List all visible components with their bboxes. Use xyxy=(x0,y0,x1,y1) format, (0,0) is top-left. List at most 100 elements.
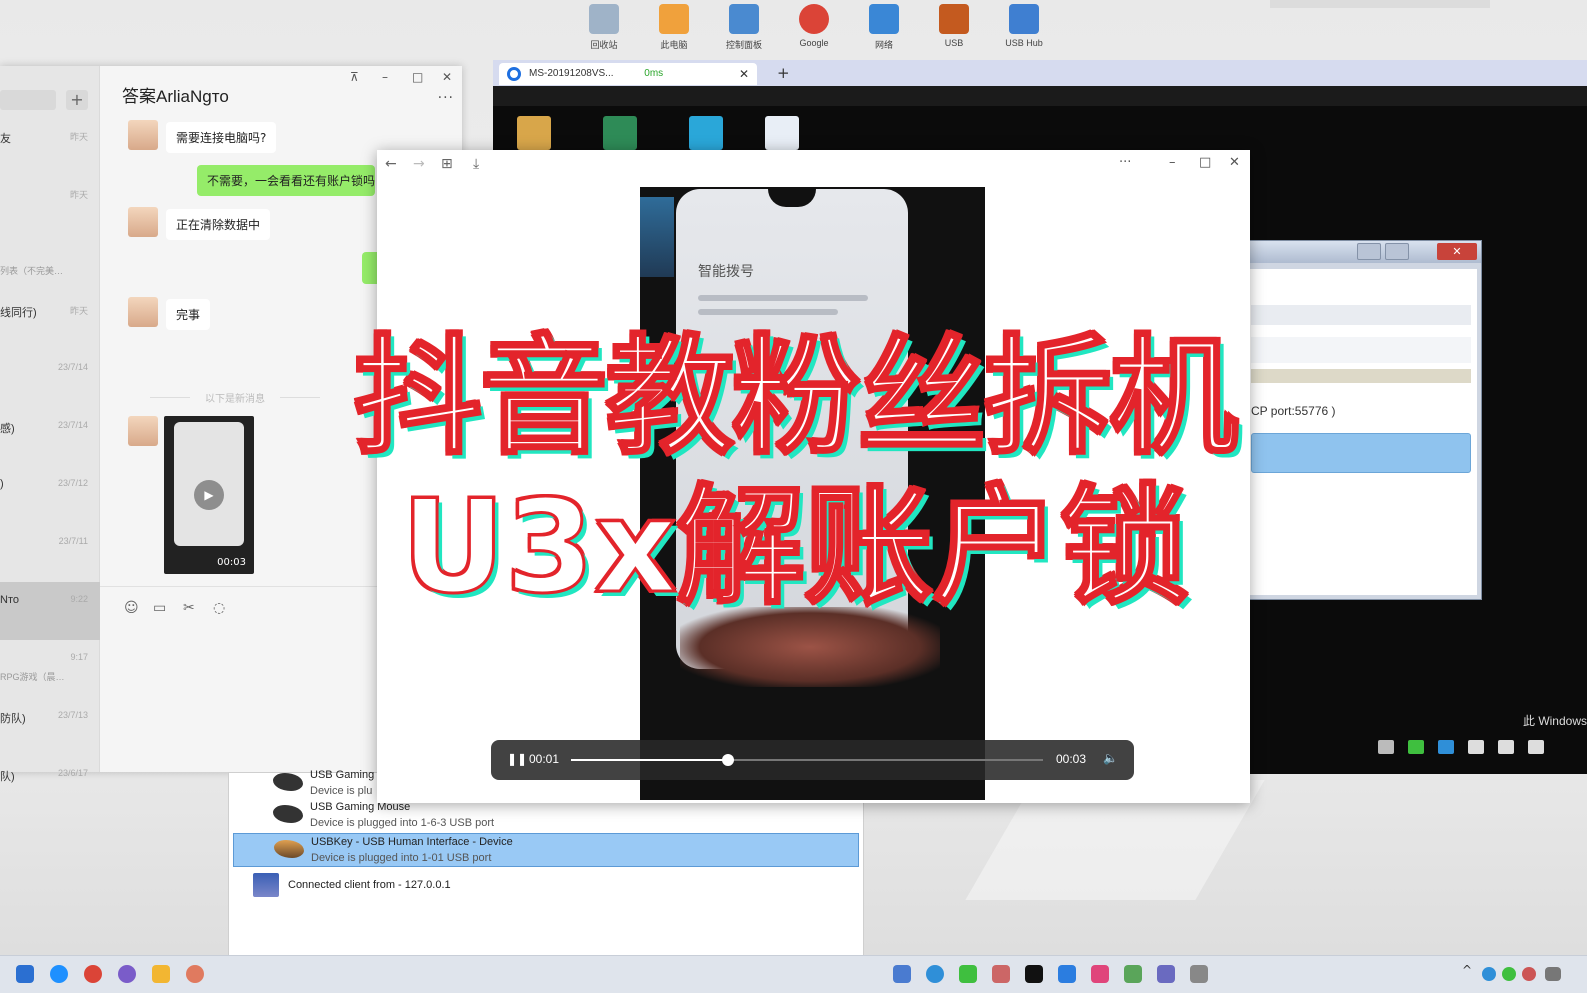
desktop-icon[interactable]: 控制面板 xyxy=(715,0,773,56)
app-icon[interactable] xyxy=(1438,740,1454,754)
volume-icon[interactable] xyxy=(1498,740,1514,754)
usb-device-item[interactable]: USB Gaming Mouse Device is plugged into … xyxy=(233,799,859,833)
close-button[interactable]: ✕ xyxy=(1437,243,1477,260)
wechat-icon[interactable] xyxy=(1502,967,1516,981)
desktop-icon[interactable]: USB Hub xyxy=(995,0,1053,56)
minimize-button[interactable]: – xyxy=(1169,155,1176,170)
battery-icon[interactable] xyxy=(1468,740,1484,754)
excel-icon[interactable] xyxy=(603,116,637,150)
remote-tab-title: MS-20191208VS... xyxy=(529,68,614,79)
keyboard-icon[interactable] xyxy=(1378,740,1394,754)
desktop-icon-label: 控制面板 xyxy=(725,40,762,50)
remote-dialog: ✕ CP port:55776 ) xyxy=(1230,240,1482,600)
dialog-selected-row[interactable] xyxy=(1251,433,1471,473)
conversation-item[interactable]: 昨天 xyxy=(0,176,100,234)
app-icon[interactable] xyxy=(1091,965,1109,983)
grid-icon[interactable]: ⊞ xyxy=(441,156,453,172)
close-button[interactable]: ✕ xyxy=(442,70,452,84)
play-icon[interactable]: ▶ xyxy=(194,480,224,510)
folder-icon[interactable] xyxy=(517,116,551,150)
avatar xyxy=(128,207,158,237)
conversation-item[interactable]: 队) 23/6/17 xyxy=(0,756,100,814)
conversation-name: 线同行) xyxy=(0,307,37,319)
volume-icon[interactable]: 🔈 xyxy=(1103,751,1118,765)
app-icon[interactable] xyxy=(1157,965,1175,983)
tray-expand-icon[interactable]: ^ xyxy=(1462,963,1472,977)
app-icon[interactable] xyxy=(926,965,944,983)
folder-icon[interactable] xyxy=(152,965,170,983)
app-icon[interactable] xyxy=(1124,965,1142,983)
maximize-button[interactable]: □ xyxy=(412,70,423,84)
document-icon[interactable] xyxy=(765,116,799,150)
conversation-item[interactable]: 友 昨天 xyxy=(0,118,100,176)
add-button[interactable]: + xyxy=(66,90,88,110)
desktop-icon-label: USB Hub xyxy=(1005,38,1043,48)
save-icon[interactable]: ⤓ xyxy=(473,156,479,172)
app-icon[interactable] xyxy=(1190,965,1208,983)
app-icon[interactable] xyxy=(1522,967,1536,981)
conversation-time: 昨天 xyxy=(69,306,88,316)
app-icon[interactable] xyxy=(1058,965,1076,983)
start-icon[interactable] xyxy=(16,965,34,983)
chrome-icon[interactable] xyxy=(84,965,102,983)
emoji-icon[interactable]: ☺ xyxy=(124,600,139,616)
add-tab-button[interactable]: + xyxy=(777,64,790,82)
desktop-icon[interactable]: Google xyxy=(785,0,843,56)
conversation-item[interactable]: RPG游戏（晨… 9:17 xyxy=(0,640,100,698)
network-icon[interactable] xyxy=(1545,967,1561,981)
close-tab-icon[interactable]: ✕ xyxy=(739,63,749,85)
desktop-icon[interactable]: USB xyxy=(925,0,983,56)
usb-device-item-selected[interactable]: USBKey - USB Human Interface - Device De… xyxy=(233,833,859,867)
pause-button[interactable]: ❚❚ xyxy=(507,752,527,766)
maximize-button[interactable]: □ xyxy=(1199,155,1211,170)
tiktok-icon[interactable] xyxy=(1025,965,1043,983)
app-icon[interactable] xyxy=(893,965,911,983)
search-input[interactable] xyxy=(0,90,56,110)
conversation-item[interactable]: Nто 9:22 xyxy=(0,582,100,640)
conversation-item[interactable]: 23/7/14 xyxy=(0,350,100,408)
scissors-icon[interactable]: ✂ xyxy=(183,600,195,616)
app-icon[interactable] xyxy=(186,965,204,983)
app-icon[interactable] xyxy=(118,965,136,983)
desktop-icon[interactable]: 回收站 xyxy=(575,0,633,56)
forward-button[interactable]: → xyxy=(413,156,425,172)
conversation-item[interactable]: 列表（不完美… xyxy=(0,234,100,292)
folder-icon[interactable]: ▭ xyxy=(153,600,166,616)
conversation-item[interactable]: 线同行) 昨天 xyxy=(0,292,100,350)
conversation-time: 23/7/13 xyxy=(57,710,88,720)
conversation-item[interactable]: 感) 23/7/14 xyxy=(0,408,100,466)
conversation-item[interactable]: 防队) 23/7/13 xyxy=(0,698,100,756)
back-button[interactable]: ← xyxy=(385,156,397,172)
seek-handle[interactable] xyxy=(722,754,735,766)
desktop-icon[interactable]: 网络 xyxy=(855,0,913,56)
pin-icon[interactable]: ⊼ xyxy=(350,70,359,84)
conversation-name: 感) xyxy=(0,423,15,435)
close-button[interactable]: ✕ xyxy=(1229,155,1240,170)
maximize-button[interactable] xyxy=(1385,243,1409,260)
chat-bubble-icon[interactable]: ◌ xyxy=(213,600,225,616)
edge-icon[interactable] xyxy=(50,965,68,983)
more-icon[interactable]: ··· xyxy=(438,90,454,106)
video-message[interactable]: ▶ 00:03 xyxy=(164,416,254,574)
avatar xyxy=(128,416,158,446)
conversation-item[interactable]: 23/7/11 xyxy=(0,524,100,582)
minimize-button[interactable]: – xyxy=(382,70,388,84)
connected-text: Connected client from - 127.0.0.1 xyxy=(288,879,451,891)
wechat-icon[interactable] xyxy=(959,965,977,983)
video-frame[interactable]: 智能拨号 xyxy=(640,187,985,800)
media-player-icon[interactable] xyxy=(689,116,723,150)
recycle-bin-icon xyxy=(589,4,619,34)
app-icon[interactable] xyxy=(1482,967,1496,981)
seek-bar[interactable] xyxy=(571,754,1043,766)
network-icon[interactable] xyxy=(1528,740,1544,754)
phone-screen-title: 智能拨号 xyxy=(698,264,754,280)
app-icon[interactable] xyxy=(992,965,1010,983)
new-messages-divider: 以下是新消息 xyxy=(150,390,320,405)
more-button[interactable]: ··· xyxy=(1119,155,1131,170)
wechat-icon[interactable] xyxy=(1408,740,1424,754)
conversation-item[interactable]: ) 23/7/12 xyxy=(0,466,100,524)
remote-tab[interactable]: MS-20191208VS... 0ms ✕ xyxy=(499,63,757,85)
avatar xyxy=(128,120,158,150)
minimize-button[interactable] xyxy=(1357,243,1381,260)
desktop-icon[interactable]: 此电脑 xyxy=(645,0,703,56)
